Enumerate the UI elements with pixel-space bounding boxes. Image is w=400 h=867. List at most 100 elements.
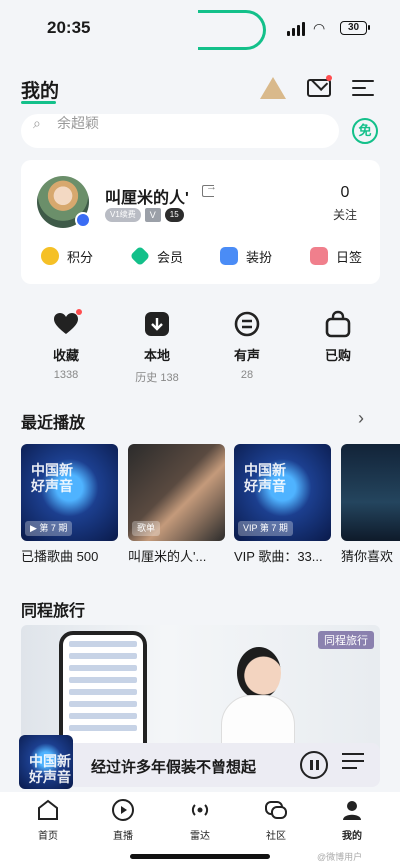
collection-sub: 历史 138	[135, 372, 179, 384]
user-icon	[340, 798, 364, 822]
audio-icon	[233, 310, 261, 338]
download-icon	[143, 310, 171, 338]
collection-row: 收藏 1338 本地 历史 138 有声 28 已购	[21, 309, 380, 385]
recent-label: 已播歌曲 500	[21, 549, 99, 564]
song-title: 经过许多年假装不曾想起	[91, 759, 257, 776]
coin-icon	[41, 247, 59, 265]
tab-mine[interactable]: 我的	[326, 798, 378, 842]
bag-icon	[324, 310, 352, 338]
title-underline	[21, 101, 56, 104]
tab-label: 社区	[266, 831, 286, 842]
recent-item[interactable]: VIP 第 7 期 VIP 歌曲：33...	[234, 444, 331, 564]
chevron-right-icon[interactable]: ›	[358, 408, 364, 429]
recent-item[interactable]: 猜你喜欢	[341, 444, 400, 564]
quick-label: 会员	[157, 249, 184, 265]
avatar-badge-icon	[75, 212, 91, 228]
search-placeholder: 余超颖	[57, 115, 99, 131]
cover-tag: ▶ 第 7 期	[25, 521, 73, 536]
purchased-button[interactable]: 已购	[298, 310, 378, 369]
calendar-icon	[310, 247, 328, 265]
status-time: 20:35	[47, 18, 91, 37]
signal-icon	[287, 22, 305, 36]
collection-label: 已购	[324, 348, 351, 363]
ad-brand: 同程旅行	[318, 631, 374, 649]
switch-account-icon[interactable]	[202, 181, 217, 197]
heart-icon	[52, 309, 82, 338]
quick-label: 积分	[67, 249, 94, 265]
battery-icon: 30	[340, 21, 370, 35]
tab-home[interactable]: 首页	[22, 798, 74, 842]
tab-live[interactable]: 直播	[97, 798, 149, 842]
search-input[interactable]: ⌕ 余超颖	[21, 114, 339, 148]
collection-sub: 1338	[53, 369, 79, 381]
v-badge[interactable]: V	[144, 208, 161, 222]
person-image	[205, 647, 297, 757]
status-bar: 20:35 ◠ 30	[0, 0, 400, 56]
search-icon: ⌕	[33, 115, 41, 131]
page-title: 我的	[21, 81, 60, 102]
shirt-icon	[220, 247, 238, 265]
quick-label: 装扮	[246, 249, 273, 265]
diamond-icon	[129, 245, 151, 267]
cover-image	[341, 444, 400, 541]
ad-banner[interactable]: 同程旅行	[21, 625, 380, 757]
recent-title: 最近播放	[21, 415, 86, 432]
travel-title: 同程旅行	[21, 603, 86, 620]
tab-community[interactable]: 社区	[250, 798, 302, 842]
collection-label: 本地	[143, 348, 170, 363]
vip-badge[interactable]: V1续费	[105, 208, 141, 222]
recent-list: ▶ 第 7 期 已播歌曲 500 歌单 叫厘米的人'... VIP 第 7 期 …	[21, 444, 400, 564]
recent-item[interactable]: 歌单 叫厘米的人'...	[128, 444, 225, 564]
quick-actions: 积分 会员 装扮 日签	[21, 242, 380, 270]
cover-image: ▶ 第 7 期	[21, 444, 118, 541]
search-row: ⌕ 余超颖 免	[21, 114, 380, 148]
cover-image: VIP 第 7 期	[234, 444, 331, 541]
follow-count[interactable]: 0	[331, 184, 359, 202]
recent-label: VIP 歌曲：33...	[234, 549, 323, 564]
recent-label: 猜你喜欢	[341, 549, 394, 564]
notification-dot	[326, 75, 332, 81]
cover-tag: 歌单	[132, 521, 161, 536]
radar-icon	[188, 798, 212, 822]
collection-label: 有声	[233, 348, 260, 363]
favorites-button[interactable]: 收藏 1338	[26, 309, 106, 381]
tab-label: 我的	[342, 831, 362, 842]
mail-icon[interactable]	[305, 74, 333, 102]
tent-icon[interactable]	[259, 74, 287, 102]
tab-bar: 首页 直播 雷达 社区 我的 @微博用户	[0, 792, 400, 867]
recent-item[interactable]: ▶ 第 7 期 已播歌曲 500	[21, 444, 118, 564]
badge-row: V1续费 V 15	[105, 208, 184, 222]
wifi-icon: ◠	[313, 20, 326, 36]
free-mode-button[interactable]: 免	[352, 118, 378, 144]
recent-label: 叫厘米的人'...	[128, 549, 207, 564]
pause-button[interactable]	[300, 751, 328, 779]
settings-icon[interactable]	[352, 74, 380, 102]
tab-label: 直播	[113, 831, 133, 842]
audio-button[interactable]: 有声 28	[207, 310, 287, 381]
dynamic-island	[198, 10, 266, 50]
quick-label: 日签	[336, 249, 363, 265]
tab-radar[interactable]: 雷达	[174, 798, 226, 842]
daily-sign-button[interactable]: 日签	[310, 242, 362, 270]
live-icon	[111, 798, 135, 822]
tab-label: 首页	[38, 831, 58, 842]
membership-button[interactable]: 会员	[129, 242, 184, 270]
dress-up-button[interactable]: 装扮	[220, 242, 272, 270]
level-badge[interactable]: 15	[164, 208, 184, 222]
cover-image: 歌单	[128, 444, 225, 541]
page-header: 我的	[0, 72, 400, 106]
username[interactable]: 叫厘米的人'	[105, 184, 189, 208]
playlist-icon[interactable]	[342, 753, 364, 775]
collection-sub: 28	[240, 369, 254, 381]
tab-label: 雷达	[190, 831, 210, 842]
mini-player[interactable]: 经过许多年假装不曾想起	[19, 735, 380, 789]
home-icon	[36, 798, 60, 822]
profile-card: 叫厘米的人' V1续费 V 15 0 关注 积分 会员 装扮 日签	[21, 160, 380, 284]
cover-tag: VIP 第 7 期	[238, 521, 293, 536]
follow-label[interactable]: 关注	[325, 206, 365, 223]
local-button[interactable]: 本地 历史 138	[117, 310, 197, 385]
points-button[interactable]: 积分	[41, 242, 93, 270]
collection-label: 收藏	[52, 348, 79, 363]
home-indicator[interactable]	[130, 854, 270, 859]
community-icon	[264, 798, 288, 822]
